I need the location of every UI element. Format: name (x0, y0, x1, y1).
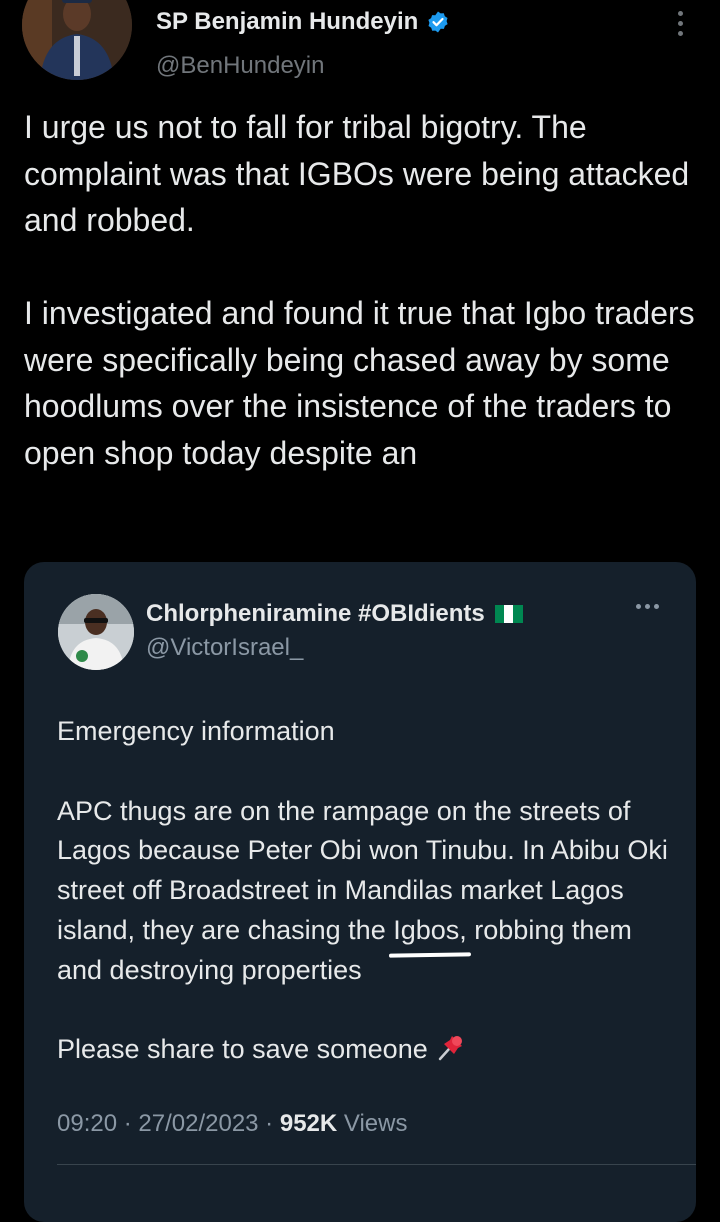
author-name-text: SP Benjamin Hundeyin (156, 8, 419, 35)
quoted-paragraph-3: Please share to save someone (57, 1030, 677, 1070)
quoted-author-name[interactable]: Chlorpheniramine #OBIdients (146, 600, 523, 628)
more-horizontal-icon[interactable] (636, 604, 659, 609)
quoted-author-avatar[interactable] (58, 594, 134, 670)
quoted-paragraph-3-text: Please share to save someone (57, 1034, 428, 1065)
post-date: 27/02/2023 (138, 1110, 259, 1137)
highlighted-word: Igbos, (393, 911, 467, 951)
quoted-paragraph-2: APC thugs are on the rampage on the stre… (57, 792, 677, 991)
pushpin-icon (438, 1036, 462, 1061)
meta-separator: · (117, 1110, 139, 1137)
quoted-tweet-meta: 09:20 · 27/02/2023 · 952K Views (57, 1110, 407, 1138)
quoted-author-handle[interactable]: @VictorIsrael_ (146, 634, 303, 662)
author-handle[interactable]: @BenHundeyin (156, 52, 324, 80)
verified-badge-icon (428, 11, 448, 33)
views-count: 952K (279, 1110, 338, 1137)
nigeria-flag-icon (494, 605, 523, 623)
author-avatar[interactable] (22, 0, 132, 80)
more-vertical-icon[interactable] (668, 6, 692, 46)
quoted-tweet-card[interactable]: Chlorpheniramine #OBIdients @VictorIsrae… (24, 562, 696, 1222)
views-label: Views (337, 1110, 408, 1137)
quoted-author-name-text: Chlorpheniramine #OBIdients (146, 600, 485, 627)
quoted-tweet-text: Emergency information APC thugs are on t… (57, 712, 677, 1070)
quoted-paragraph-1: Emergency information (57, 716, 335, 746)
tweet-text: I urge us not to fall for tribal bigotry… (24, 109, 695, 471)
meta-separator: · (258, 1110, 280, 1137)
post-time: 09:20 (57, 1110, 118, 1137)
author-name[interactable]: SP Benjamin Hundeyin (156, 8, 450, 36)
divider (57, 1164, 696, 1165)
